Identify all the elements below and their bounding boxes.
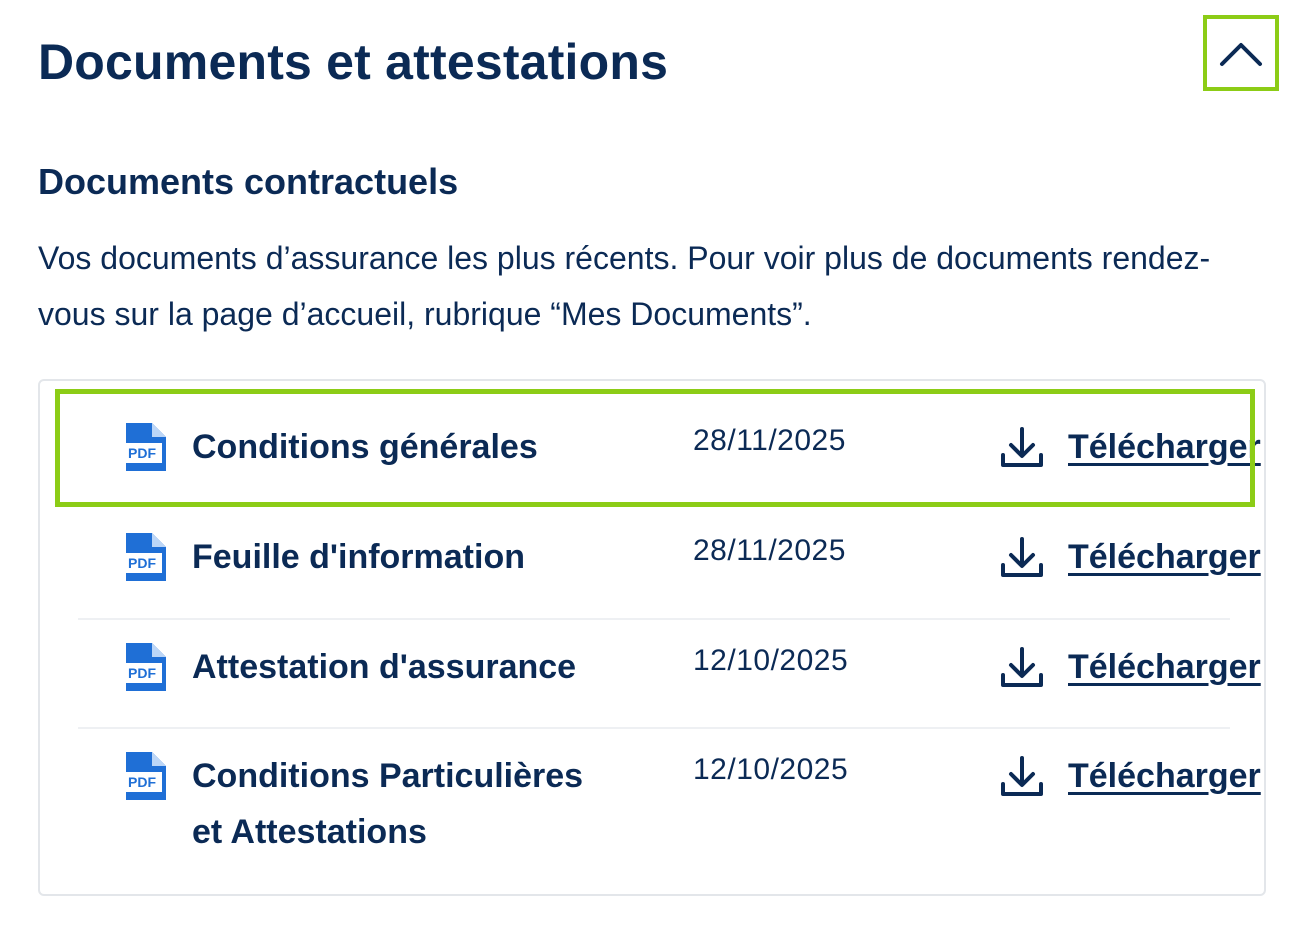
svg-text:PDF: PDF xyxy=(128,665,156,681)
download-icon xyxy=(1001,756,1043,796)
svg-text:PDF: PDF xyxy=(128,445,156,461)
download-link[interactable]: Télécharger xyxy=(1000,419,1261,475)
pdf-icon: PDF xyxy=(122,752,166,800)
document-name: Feuille d'information xyxy=(192,538,525,576)
download-label: Télécharger xyxy=(1068,427,1261,466)
section-description: Vos documents d’assurance les plus récen… xyxy=(38,240,1211,332)
pdf-icon: PDF xyxy=(122,423,166,471)
svg-text:PDF: PDF xyxy=(128,555,156,571)
document-row-feuille-information: PDF Feuille d'information 28/11/2025 Tél… xyxy=(78,509,1261,619)
download-link[interactable]: Télécharger xyxy=(1000,529,1261,585)
document-date: 28/11/2025 xyxy=(693,534,846,567)
document-row-attestation-assurance: PDF Attestation d'assurance 12/10/2025 T… xyxy=(78,618,1261,728)
document-name: Attestation d'assurance xyxy=(192,648,577,686)
pdf-icon: PDF xyxy=(122,643,166,691)
download-label: Télécharger xyxy=(1068,647,1261,686)
download-icon xyxy=(1001,537,1043,577)
download-label: Télécharger xyxy=(1068,537,1261,576)
download-icon xyxy=(1001,647,1043,687)
collapse-button[interactable] xyxy=(1203,15,1279,91)
download-link[interactable]: Télécharger xyxy=(1000,639,1261,695)
document-date: 28/11/2025 xyxy=(693,424,846,457)
page-title: Documents et attestations xyxy=(38,34,669,90)
download-link[interactable]: Télécharger xyxy=(1000,748,1261,804)
svg-text:PDF: PDF xyxy=(128,774,156,790)
download-label: Télécharger xyxy=(1068,756,1261,795)
documents-card: PDF Conditions générales 28/11/2025 Télé… xyxy=(38,379,1266,896)
document-row-conditions-generales: PDF Conditions générales 28/11/2025 Télé… xyxy=(78,409,1261,519)
document-date: 12/10/2025 xyxy=(693,753,849,786)
document-name: Conditions générales xyxy=(192,428,538,466)
pdf-icon: PDF xyxy=(122,533,166,581)
download-icon xyxy=(1001,427,1043,467)
document-row-conditions-particulieres: PDF Conditions Particulières et Attestat… xyxy=(78,727,1261,877)
chevron-up-icon xyxy=(1220,43,1262,66)
document-date: 12/10/2025 xyxy=(693,644,849,677)
section-title: Documents contractuels xyxy=(38,161,459,202)
document-name: Conditions Particulières et Attestations xyxy=(192,757,584,851)
